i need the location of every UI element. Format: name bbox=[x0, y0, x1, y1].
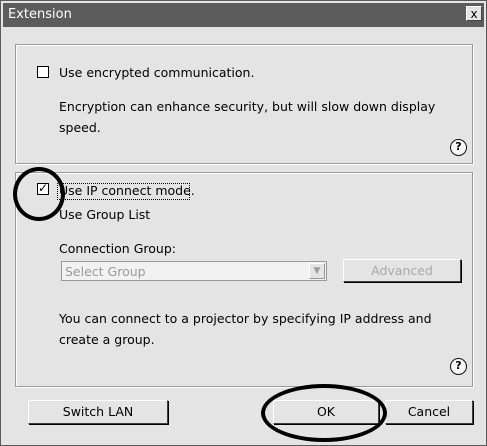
ok-label: OK bbox=[316, 404, 336, 419]
cancel-label: Cancel bbox=[407, 404, 451, 419]
select-placeholder: Select Group bbox=[65, 264, 146, 279]
switch-lan-button[interactable]: Switch LAN bbox=[28, 400, 168, 424]
dropdown-arrow-icon[interactable]: ▼ bbox=[309, 263, 325, 279]
cancel-button[interactable]: Cancel bbox=[385, 400, 473, 424]
close-icon[interactable]: x bbox=[466, 6, 482, 21]
help-icon[interactable]: ? bbox=[450, 139, 467, 156]
dialog-title: Extension bbox=[8, 7, 72, 22]
encrypted-communication-label: Use encrypted communication. bbox=[59, 65, 255, 80]
advanced-button-label: Advanced bbox=[371, 263, 433, 278]
advanced-button[interactable]: Advanced bbox=[343, 259, 461, 282]
checkmark-icon: ✓ bbox=[38, 181, 49, 195]
ip-connect-mode-label: Use IP connect mode. bbox=[59, 183, 195, 198]
encrypted-communication-checkbox[interactable] bbox=[37, 66, 49, 78]
ip-connect-description-line2: create a group. bbox=[59, 332, 155, 347]
connection-group-select[interactable]: Select Group ▼ bbox=[61, 261, 327, 281]
ip-connect-description-line1: You can connect to a projector by specif… bbox=[59, 311, 432, 326]
ip-connect-mode-checkbox[interactable]: ✓ bbox=[37, 181, 49, 195]
ok-button[interactable]: OK bbox=[273, 400, 379, 424]
encryption-description-line2: speed. bbox=[59, 120, 101, 135]
switch-lan-label: Switch LAN bbox=[62, 404, 134, 419]
encryption-description-line1: Encryption can enhance security, but wil… bbox=[59, 99, 436, 114]
connection-group-label: Connection Group: bbox=[59, 241, 176, 256]
group-list-label: Use Group List bbox=[59, 207, 151, 222]
help-icon[interactable]: ? bbox=[450, 358, 467, 375]
title-bar: Extension x bbox=[3, 3, 484, 27]
extension-dialog: Extension x Use encrypted communication.… bbox=[0, 0, 487, 446]
